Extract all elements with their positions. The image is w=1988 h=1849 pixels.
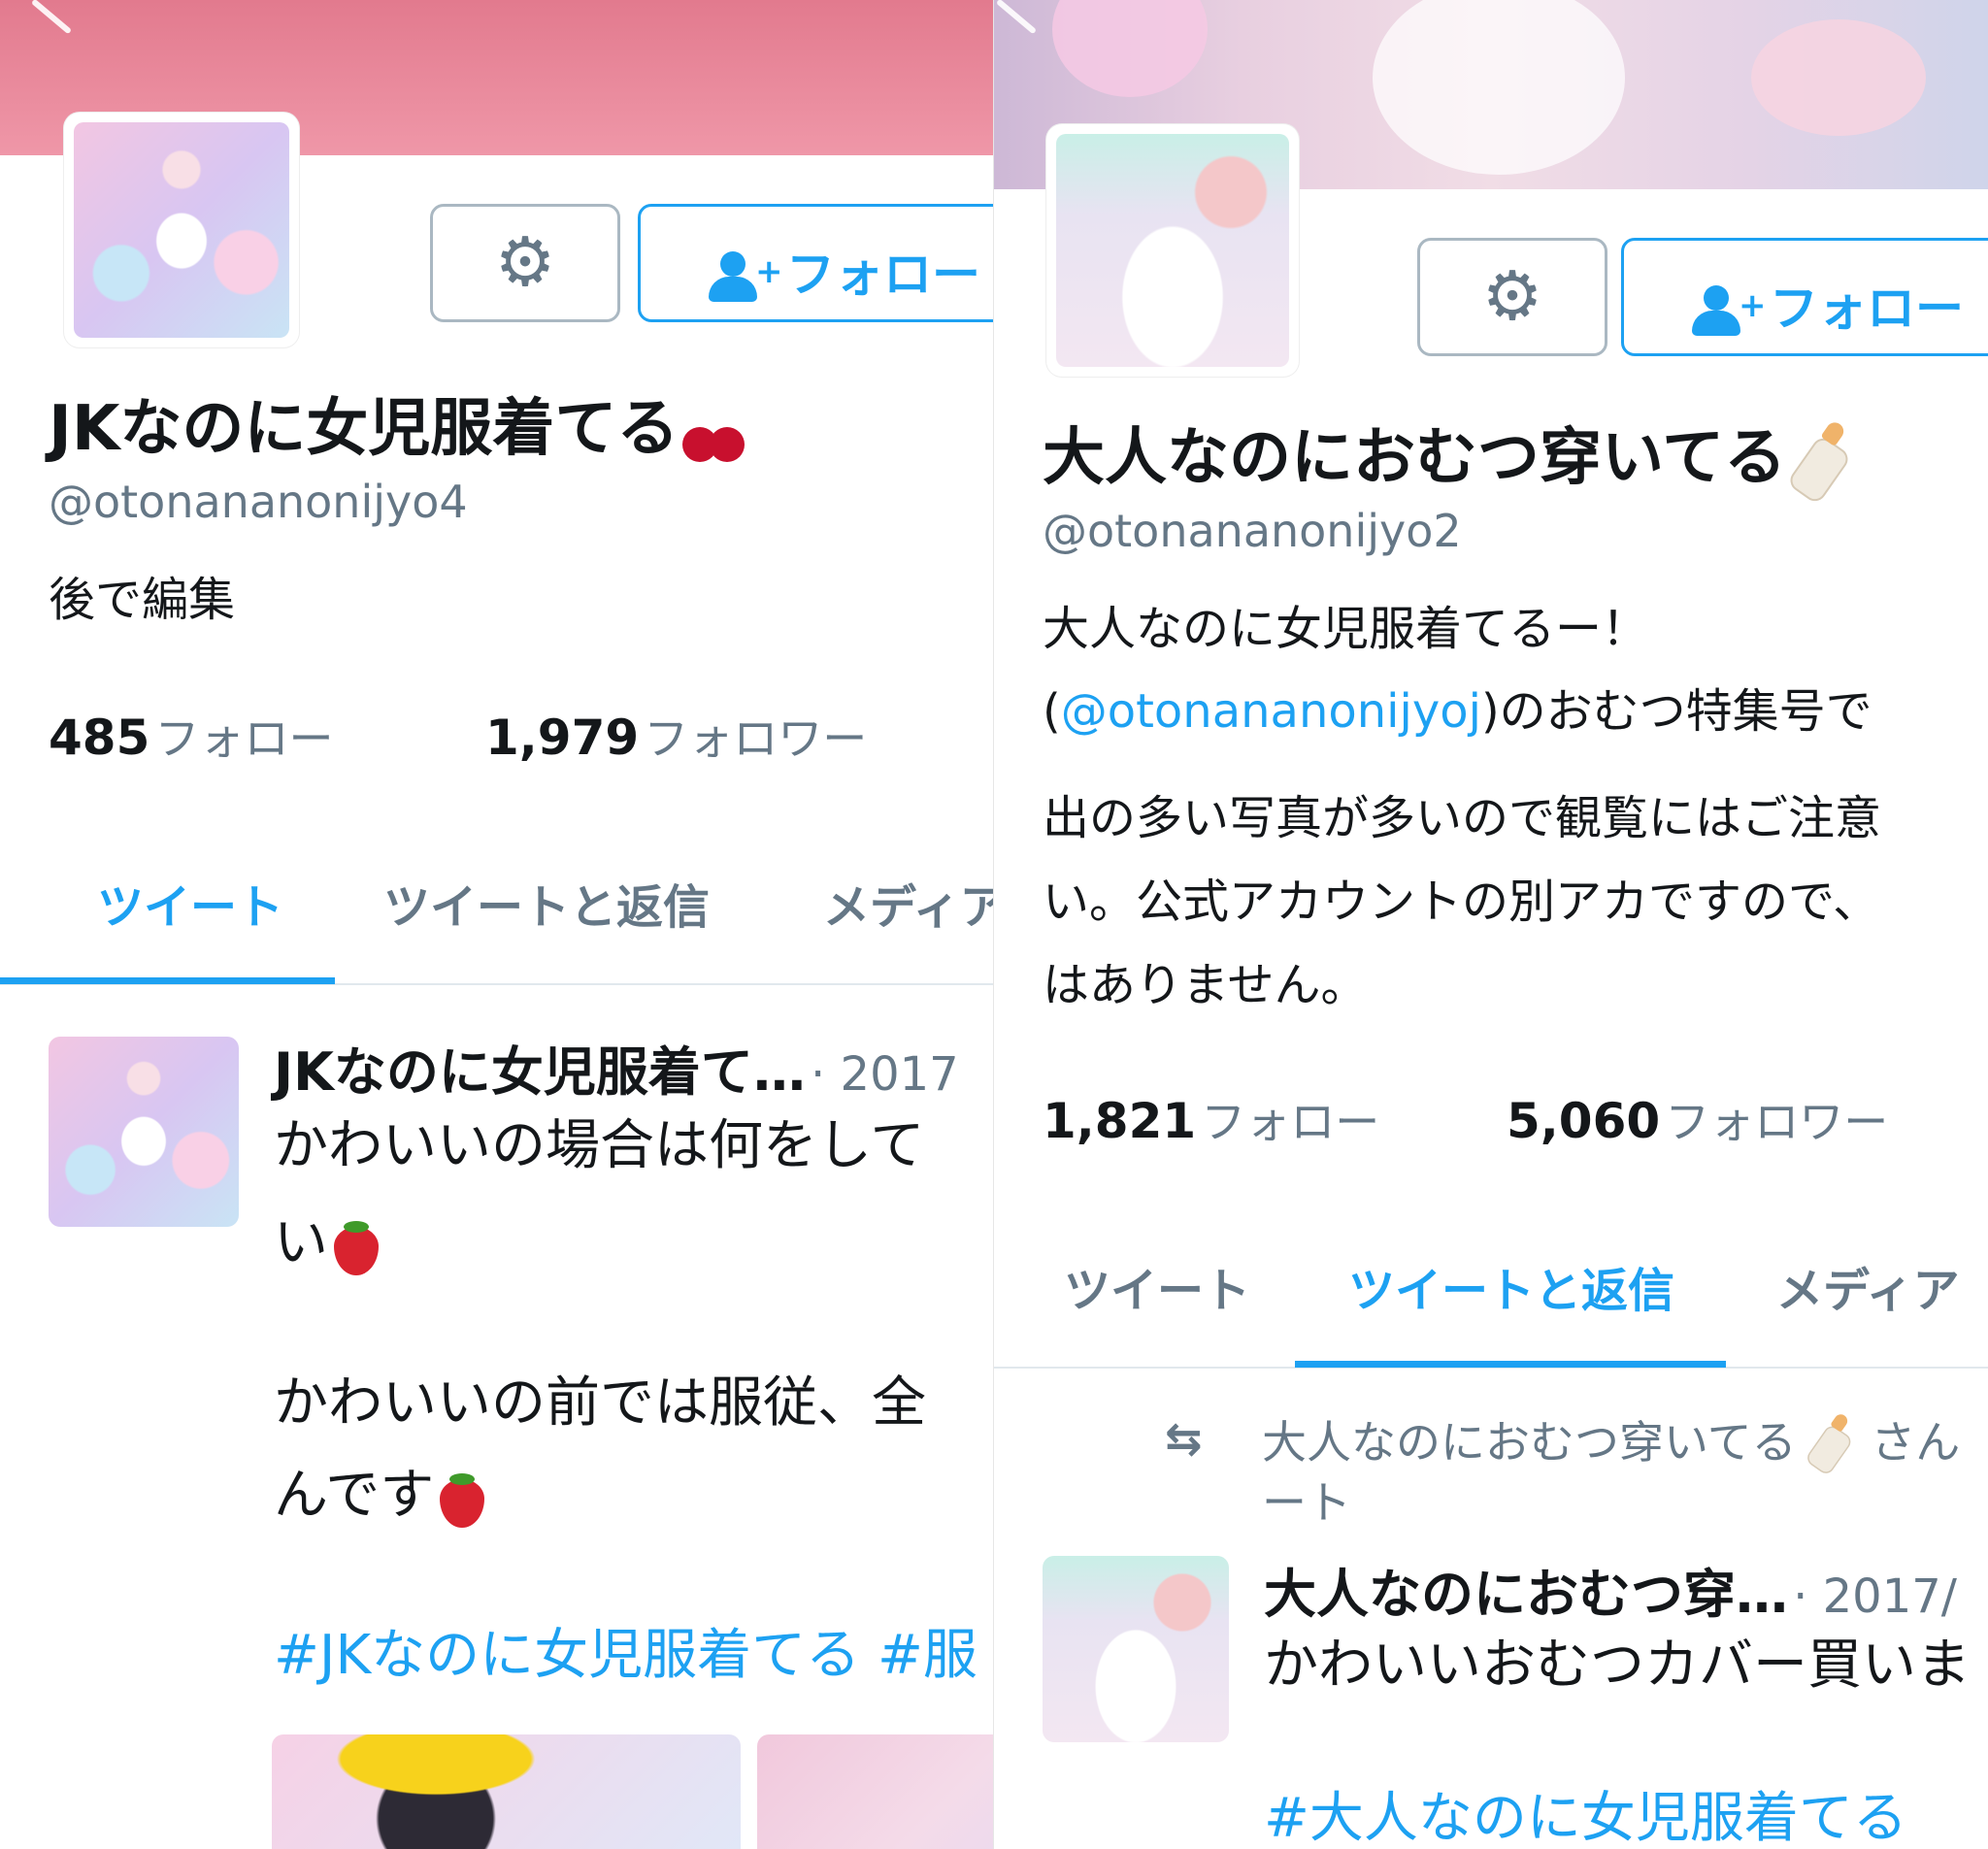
profile-display-name: JKなのに女児服着てる — [49, 379, 746, 468]
profile-bio-line-3: 出の多い写真が多いので観覧にはご注意 — [1043, 791, 1882, 845]
tweet-media-image-1[interactable] — [272, 1734, 741, 1849]
tweet-author-name[interactable]: JKなのに女児服着て… — [274, 1041, 806, 1103]
banner-decoration — [1373, 0, 1625, 175]
profile-avatar-frame — [1046, 124, 1299, 377]
add-user-icon: + — [709, 250, 783, 306]
follow-button[interactable]: + フォロー — [1621, 238, 1988, 356]
tab-tweets[interactable]: ツイート — [1064, 1252, 1250, 1320]
settings-button[interactable]: ⚙ — [1417, 238, 1607, 356]
profile-bio: 後で編集 — [49, 573, 236, 627]
followers-count: 1,979 — [485, 710, 640, 766]
tweet-text-line-1: かわいいの場合は何をして — [274, 1114, 925, 1177]
retweet-icon: ⇆ — [1165, 1412, 1203, 1465]
display-name-text: JKなのに女児服着てる — [49, 393, 679, 465]
bio-mention-link[interactable]: @otonananonijyoj — [1061, 684, 1481, 739]
display-name-text: 大人なのにおむつ穿いてる — [1043, 422, 1787, 494]
baby-bottle-emoji — [1786, 422, 1846, 500]
tweet-header: 大人なのにおむつ穿… · 2017/ — [1264, 1551, 1957, 1628]
cherry-emoji — [679, 398, 746, 466]
following-stat[interactable]: 485 フォロー — [49, 704, 333, 768]
tweet-text-line-3: かわいいの前では服従、全 — [274, 1371, 926, 1435]
active-tab-indicator — [1295, 1361, 1726, 1368]
following-count: 1,821 — [1043, 1093, 1197, 1149]
tweet-text-line-2-text: い — [274, 1211, 328, 1274]
retweet-context-line-2: ート — [1262, 1476, 1351, 1529]
profile-handle: @otonananonijyo2 — [1043, 505, 1462, 557]
profile-bio-line-2: (@otonananonijyoj)のおむつ特集号で — [1043, 670, 1872, 753]
tweet-header: JKなのに女児服着て… · 2017 — [274, 1029, 959, 1106]
tweet-text-line-2: い — [274, 1199, 384, 1277]
follow-button-label: フォロー — [786, 247, 980, 303]
following-label: フォロー — [1201, 1096, 1380, 1148]
profile-avatar[interactable] — [74, 122, 289, 338]
tweet-avatar[interactable] — [1043, 1556, 1229, 1742]
tweet-text-line-4-text: んです — [274, 1464, 435, 1527]
gear-icon: ⚙ — [494, 222, 556, 302]
add-user-icon: + — [1692, 284, 1767, 340]
tweet-text-line-1: かわいいおむつカバー買いま — [1264, 1634, 1971, 1697]
tweet-media-image-2[interactable] — [757, 1734, 994, 1849]
strawberry-emoji — [434, 1468, 490, 1530]
tweet-avatar[interactable] — [49, 1037, 239, 1227]
tweet-text-line-4: んです — [274, 1451, 490, 1530]
profile-display-name: 大人なのにおむつ穿いてる — [1043, 408, 1846, 500]
baby-bottle-emoji — [1804, 1414, 1849, 1472]
followers-count: 5,060 — [1507, 1093, 1661, 1149]
banner-decoration — [1052, 0, 1208, 97]
tweet-author-name[interactable]: 大人なのにおむつ穿… — [1264, 1564, 1788, 1625]
retweet-context-suffix: さん — [1871, 1416, 1961, 1469]
profile-bio-line-4: い。公式アカウントの別アカですので、 — [1043, 875, 1880, 929]
right-profile-panel: ⚙ + フォロー 大人なのにおむつ穿いてる @otonananonijyo2 大人… — [994, 0, 1988, 1849]
profile-bio-line-5: はありません。 — [1043, 958, 1368, 1012]
tab-tweets[interactable]: ツイート — [97, 869, 283, 937]
retweet-context-line-1: 大人なのにおむつ穿いてる さん — [1262, 1407, 1960, 1482]
followers-label: フォロワー — [1665, 1096, 1889, 1148]
bio-line-2-suffix: )のおむつ特集号で — [1480, 684, 1872, 739]
tab-media[interactable]: メディア — [823, 869, 994, 937]
tab-media[interactable]: メディア — [1776, 1252, 1960, 1320]
active-tab-indicator — [0, 977, 335, 984]
following-count: 485 — [49, 710, 150, 766]
followers-stat[interactable]: 5,060 フォロワー — [1507, 1087, 1888, 1151]
tweet-hashtag[interactable]: #大人なのに女児服着てる — [1264, 1774, 1907, 1849]
bio-paren-open: ( — [1043, 684, 1061, 739]
follow-button-label: フォロー — [1770, 281, 1964, 337]
tweet-hashtags[interactable]: #JKなのに女児服着てる #服 — [274, 1611, 977, 1690]
profile-avatar-frame — [64, 113, 299, 347]
followers-stat[interactable]: 1,979 フォロワー — [485, 704, 867, 768]
settings-button[interactable]: ⚙ — [430, 204, 620, 322]
profile-avatar[interactable] — [1056, 134, 1289, 367]
followers-label: フォロワー — [644, 712, 868, 765]
left-profile-panel: ⚙ + フォロー JKなのに女児服着てる @otonananonijyo4 後で編… — [0, 0, 994, 1849]
retweet-user-name[interactable]: 大人なのにおむつ穿いてる — [1262, 1416, 1797, 1469]
tweet-date: · 2017/ — [1793, 1569, 1957, 1624]
gear-icon: ⚙ — [1481, 256, 1543, 336]
strawberry-emoji — [328, 1215, 384, 1277]
following-label: フォロー — [154, 712, 334, 765]
tweet-date: · 2017 — [811, 1047, 959, 1102]
banner-decoration — [1751, 19, 1926, 136]
profile-bio-line-1: 大人なのに女児服着てるー！ — [1043, 602, 1649, 656]
following-stat[interactable]: 1,821 フォロー — [1043, 1087, 1379, 1151]
tab-tweets-and-replies[interactable]: ツイートと返信 — [383, 869, 710, 937]
follow-button[interactable]: + フォロー — [638, 204, 994, 322]
profile-handle: @otonananonijyo4 — [49, 476, 468, 528]
tab-tweets-and-replies[interactable]: ツイートと返信 — [1348, 1252, 1674, 1320]
